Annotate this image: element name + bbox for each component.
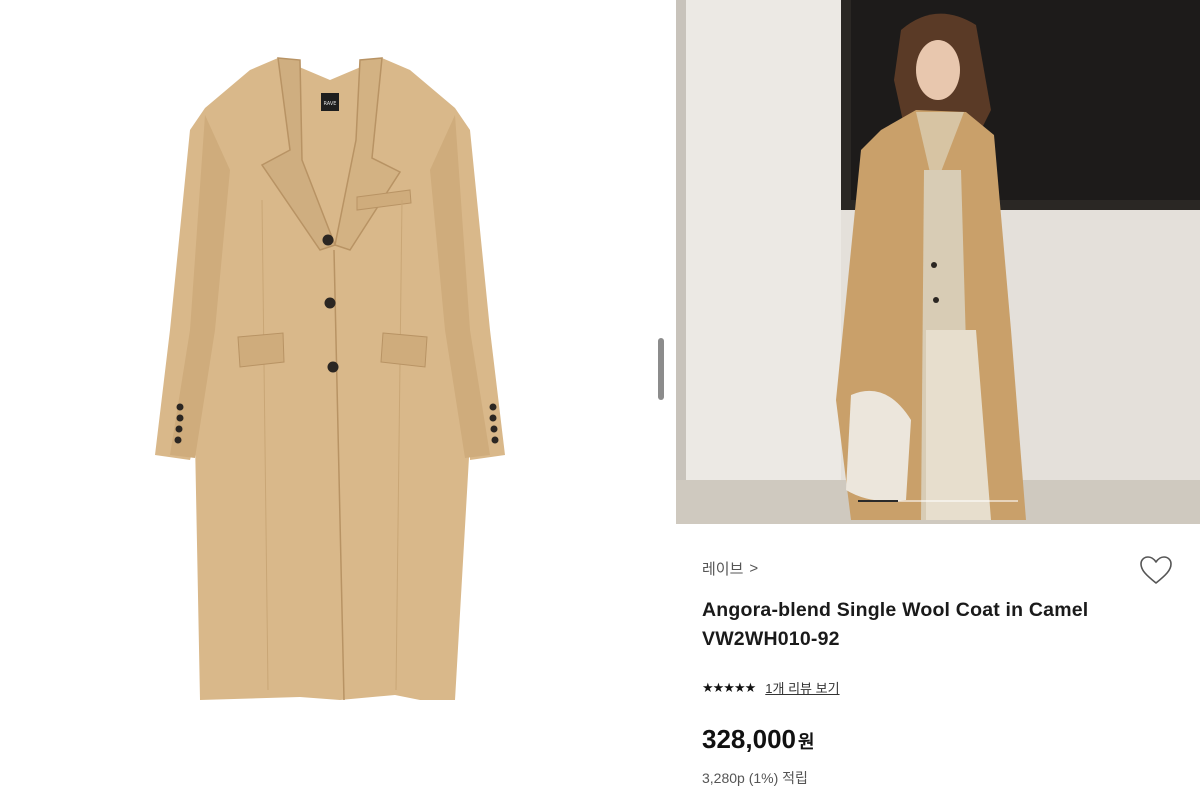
product-flat-image: RAVE <box>0 0 660 801</box>
heart-outline-icon[interactable] <box>1138 554 1174 586</box>
brand-link[interactable]: 레이브 > <box>702 558 758 579</box>
split-scroll-handle[interactable] <box>658 338 664 400</box>
star-rating-icon: ★★★★★ <box>702 679 756 695</box>
carousel-progress-active <box>858 500 898 502</box>
price-amount: 328,000 <box>702 724 796 754</box>
product-model-photo[interactable] <box>676 0 1200 524</box>
carousel-progress <box>858 500 1018 502</box>
chevron-right-icon: > <box>749 560 759 577</box>
rating-row: ★★★★★ 1개 리뷰 보기 <box>702 678 840 697</box>
product-detail-panel: 레이브 > Angora-blend Single Wool Coat in C… <box>676 0 1200 801</box>
review-link[interactable]: 1개 리뷰 보기 <box>765 678 839 697</box>
brand-name: 레이브 <box>702 561 744 578</box>
model-photo-illustration <box>676 0 1200 524</box>
reward-points: 3,280p (1%) 적립 <box>702 770 808 786</box>
coat-illustration: RAVE <box>155 57 505 701</box>
price: 328,000 원 <box>702 724 815 755</box>
price-currency: 원 <box>797 732 815 752</box>
coat-label-text: RAVE <box>324 101 337 107</box>
product-title: Angora-blend Single Wool Coat in Camel V… <box>702 599 1089 650</box>
